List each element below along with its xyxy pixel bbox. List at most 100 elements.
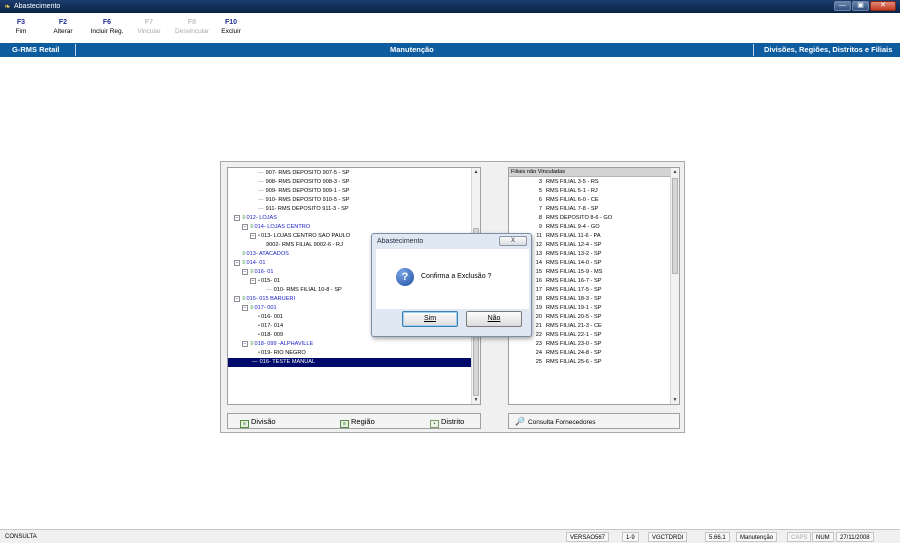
tree-node[interactable]: —908- RMS DEPOSITO 908-3 - SP — [258, 178, 349, 187]
window-title: Abastecimento — [14, 3, 61, 10]
list-item[interactable]: 14 RMS FILIAL 14-0 - SP — [509, 259, 671, 268]
district-icon: • — [258, 350, 260, 356]
function-key-toolbar: F3 Fim F2 Alterar F6 Incluir Reg. F7 Vin… — [0, 13, 900, 42]
region-button[interactable]: ≡ Região — [340, 417, 375, 428]
close-button[interactable]: ✕ — [870, 1, 896, 11]
scroll-down-arrow-icon[interactable]: ▼ — [671, 396, 679, 404]
region-icon: ≡ — [250, 305, 254, 311]
district-icon: • — [258, 332, 260, 338]
window-titlebar: ❧ Abastecimento — ▣ ✕ — [0, 0, 900, 13]
fkey-fim[interactable]: F3 Fim — [6, 18, 36, 36]
division-button[interactable]: ≡ Divisão — [240, 417, 276, 428]
tree-node-division[interactable]: ≡013- ATACADOS — [242, 250, 289, 259]
list-item[interactable]: 9 RMS FILIAL 9-4 - GO — [509, 223, 671, 232]
fkey-excluir[interactable]: F10 Excluir — [218, 18, 244, 36]
branch-number: 9 — [538, 224, 542, 230]
list-item[interactable]: 19 RMS FILIAL 19-1 - SP — [509, 304, 671, 313]
fkey-incluir-reg[interactable]: F6 Incluir Reg. — [86, 18, 128, 36]
region-icon: ≡ — [250, 341, 254, 347]
tree-node-district[interactable]: •018- 009 — [258, 331, 283, 340]
tree-node-district[interactable]: •017- 014 — [258, 322, 283, 331]
list-item[interactable]: 13 RMS FILIAL 13-2 - SP — [509, 250, 671, 259]
tree-node[interactable]: —907- RMS DEPOSITO 907-5 - SP — [258, 169, 349, 178]
tree-node[interactable]: —911- RMS DEPOSITO 911-3 - SP — [258, 205, 349, 214]
scroll-thumb[interactable] — [672, 178, 678, 274]
dialog-body: ? Confirma a Exclusão ? — [376, 249, 529, 309]
branch-number: 24 — [535, 350, 542, 356]
list-item[interactable]: 16 RMS FILIAL 16-7 - SP — [509, 277, 671, 286]
tree-node[interactable]: —910- RMS DEPOSITO 910-5 - SP — [258, 196, 349, 205]
list-item[interactable]: 5 RMS FILIAL 5-1 - RJ — [509, 187, 671, 196]
fkey-label: Vincular — [137, 28, 161, 35]
list-item[interactable]: 22 RMS FILIAL 22-1 - SP — [509, 331, 671, 340]
tree-node-district[interactable]: − •013- LOJAS CENTRO SAO PAULO — [250, 232, 350, 241]
list-header: Filiais não Vinculadas — [509, 168, 671, 177]
fkey-key: F10 — [224, 19, 238, 26]
list-scrollbar[interactable]: ▲ ▼ — [670, 168, 679, 404]
list-item[interactable]: 7 RMS FILIAL 7-8 - SP — [509, 205, 671, 214]
list-item[interactable]: 8 RMS DEPOSITO 8-6 - GO — [509, 214, 671, 223]
list-item[interactable]: 21 RMS FILIAL 21-3 - CE — [509, 322, 671, 331]
maximize-button[interactable]: ▣ — [852, 1, 869, 11]
list-item[interactable]: 17 RMS FILIAL 17-5 - SP — [509, 286, 671, 295]
tree-node-division[interactable]: − ≡015- 015 BARUERI — [234, 295, 295, 304]
list-item[interactable]: 25 RMS FILIAL 25-6 - SP — [509, 358, 671, 367]
tree-node[interactable]: 9002- RMS FILIAL 9002-6 - RJ — [266, 241, 343, 250]
list-item[interactable]: 11 RMS FILIAL 11-6 - PA — [509, 232, 671, 241]
fkey-label: Desvincular — [175, 28, 209, 35]
division-icon: ≡ — [242, 260, 246, 266]
fkey-alterar[interactable]: F2 Alterar — [48, 18, 78, 36]
branch-name: RMS FILIAL 18-3 - SP — [546, 296, 602, 302]
scroll-down-arrow-icon[interactable]: ▼ — [472, 396, 480, 404]
dialog-close-button[interactable]: X — [499, 236, 527, 246]
branch-name: RMS FILIAL 22-1 - SP — [546, 332, 602, 338]
tree-node-region[interactable]: − ≡014- LOJAS CENTRO — [242, 223, 310, 232]
no-button[interactable]: Não — [466, 311, 522, 327]
list-item[interactable]: 18 RMS FILIAL 18-3 - SP — [509, 295, 671, 304]
division-icon: ≡ — [242, 215, 246, 221]
tree-node[interactable]: —909- RMS DEPOSITO 909-1 - SP — [258, 187, 349, 196]
district-button[interactable]: • Distrito — [430, 417, 464, 428]
district-icon: • — [258, 233, 260, 239]
list-item[interactable]: 12 RMS FILIAL 12-4 - SP — [509, 241, 671, 250]
tree-node-region[interactable]: − ≡016- 01 — [242, 268, 274, 277]
tree-node-region[interactable]: − ≡018- 099 -ALPHAVILLE — [242, 340, 313, 349]
branch-name: RMS FILIAL 5-1 - RJ — [546, 188, 598, 194]
unlinked-branches-list[interactable]: Filiais não Vinculadas 3 RMS FILIAL 3-5 -… — [508, 167, 680, 405]
tree-node-region[interactable]: − ≡017- 001 — [242, 304, 277, 313]
tree-node-district[interactable]: − •015- 01 — [250, 277, 280, 286]
status-screen: Manutenção — [736, 532, 778, 542]
supplier-query-button[interactable]: 🔎 Consulta Fornecedores — [515, 417, 596, 428]
band-separator — [753, 44, 754, 56]
tree-action-bar: ≡ Divisão ≡ Região • Distrito — [227, 413, 481, 429]
tree-node-division[interactable]: − ≡012- LOJAS — [234, 214, 277, 223]
minimize-button[interactable]: — — [834, 1, 851, 11]
tree-node-selected[interactable]: —016- TESTE MANUAL — [228, 358, 480, 367]
scroll-up-arrow-icon[interactable]: ▲ — [671, 168, 679, 176]
branch-name: RMS FILIAL 19-1 - SP — [546, 305, 602, 311]
list-item[interactable]: 6 RMS FILIAL 6-0 - CE — [509, 196, 671, 205]
branch-name: RMS FILIAL 25-6 - SP — [546, 359, 602, 365]
dialog-title: Abastecimento — [377, 238, 424, 245]
tree-node-district[interactable]: •019- RIO NEGRO — [258, 349, 306, 358]
tree-node[interactable]: —010- RMS FILIAL 10-8 - SP — [266, 286, 342, 295]
list-item[interactable]: 15 RMS FILIAL 15-9 - MS — [509, 268, 671, 277]
list-item[interactable]: 20 RMS FILIAL 20-5 - SP — [509, 313, 671, 322]
yes-button[interactable]: Sim — [402, 311, 458, 327]
tree-node-district[interactable]: •016- 001 — [258, 313, 283, 322]
branch-name: RMS FILIAL 15-9 - MS — [546, 269, 603, 275]
band-title: Divisões, Regiões, Distritos e Filiais — [764, 45, 893, 54]
header-band: G-RMS Retail Manutenção Divisões, Regiõe… — [0, 43, 900, 57]
branch-name: RMS FILIAL 24-8 - SP — [546, 350, 602, 356]
list-item[interactable]: 3 RMS FILIAL 3-5 - RS — [509, 178, 671, 187]
tree-node-division[interactable]: − ≡014- 01 — [234, 259, 266, 268]
status-program: VGCTDRDI — [648, 532, 688, 542]
status-caps: CAPS — [787, 532, 812, 542]
list-item[interactable]: 23 RMS FILIAL 23-0 - SP — [509, 340, 671, 349]
fkey-key: F3 — [16, 19, 26, 26]
branch-name: RMS FILIAL 11-6 - PA — [546, 233, 601, 239]
status-build: 5.66.1 — [705, 532, 730, 542]
list-item[interactable]: 24 RMS FILIAL 24-8 - SP — [509, 349, 671, 358]
scroll-up-arrow-icon[interactable]: ▲ — [472, 168, 480, 176]
fkey-label: Fim — [15, 28, 27, 35]
